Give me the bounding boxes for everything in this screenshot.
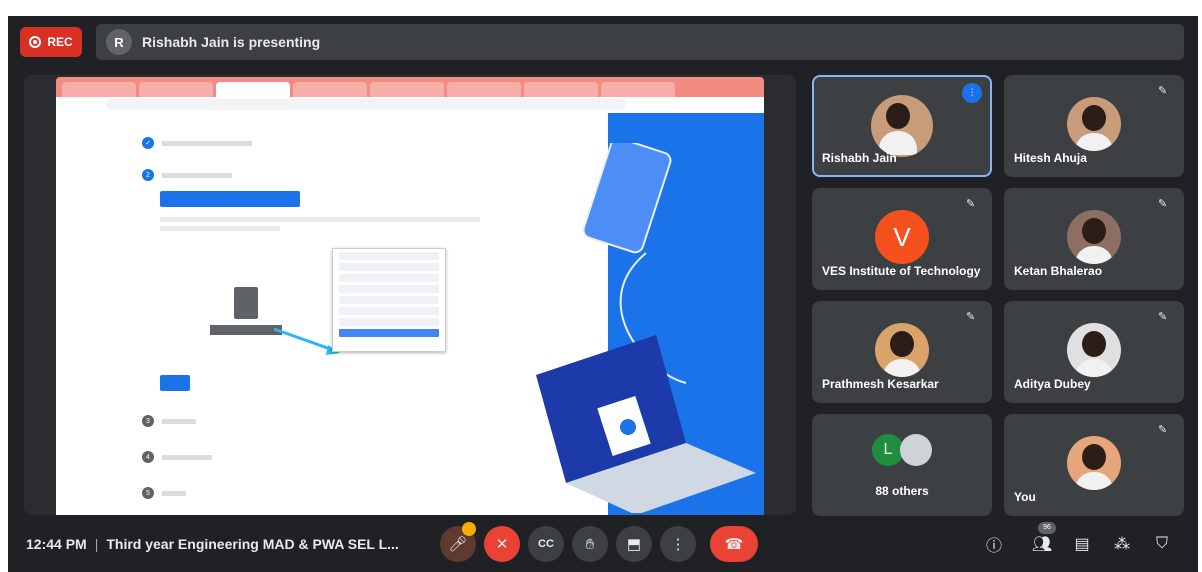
recording-indicator: REC [20,27,82,57]
participant-name: You [1014,490,1036,504]
step-number-icon: 3 [142,415,154,427]
participant-name: Ketan Bhalerao [1014,264,1103,278]
mic-off-icon: ✎ [966,311,976,323]
participant-tile-hitesh[interactable]: ✎ Hitesh Ahuja [1004,75,1184,177]
meeting-details: 12:44 PM | Third year Engineering MAD & … [26,516,399,572]
record-icon [29,36,42,48]
project-tree-screenshot [332,248,446,352]
speaking-indicator-icon: ⫶ [962,83,982,103]
step-1: ✓ [142,137,252,149]
people-icon: 👥︎ [1031,536,1053,553]
mic-icon: 🎤︎ [448,536,468,553]
host-controls-button[interactable]: ⛉ [1144,526,1180,562]
participant-name: Rishabh Jain [822,151,897,165]
mic-off-icon: ✎ [1158,198,1168,210]
participant-name: VES Institute of Technology [822,264,981,278]
step-5: 5 [142,487,186,499]
browser-tab [601,82,675,97]
presenter-avatar: R [106,29,132,55]
participant-tile-ketan[interactable]: ✎ Ketan Bhalerao [1004,188,1184,290]
avatar [875,323,929,377]
avatar: V [875,210,929,264]
participant-tile-prathmesh[interactable]: ✎ Prathmesh Kesarkar [812,301,992,403]
browser-tab [447,82,521,97]
participant-name: Prathmesh Kesarkar [822,377,939,391]
check-icon: ✓ [142,137,154,149]
participant-name: Hitesh Ahuja [1014,151,1087,165]
info-icon: ⓘ [985,538,1002,555]
present-icon: ⬒ [626,536,642,553]
mic-off-icon: ✎ [1158,85,1168,97]
step-number-icon: 5 [142,487,154,499]
more-options-icon: ⋮ [670,536,686,553]
browser-toolbar [56,97,764,114]
download-config-button [160,191,300,207]
screen-share: ✓ 2 3 4 5 [24,75,796,515]
mic-off-icon: ✎ [1158,311,1168,323]
avatar [1067,210,1121,264]
participant-tile-rishabh[interactable]: ⫶ Rishabh Jain [812,75,992,177]
hang-up-icon: ☎︎ [724,536,744,553]
browser-tab [62,82,136,97]
activities-button[interactable]: ⁂ [1104,526,1140,562]
meeting-title[interactable]: Third year Engineering MAD & PWA SEL L..… [106,536,398,552]
rec-label: REC [47,35,73,49]
browser-tab [293,82,367,97]
browser-tab [139,82,213,97]
raise-hand-button[interactable]: ✋︎ [572,526,608,562]
participant-tile-others[interactable]: L 88 others [812,414,992,516]
step-number-icon: 4 [142,451,154,463]
browser-tab-strip [56,77,764,97]
participant-tile-you[interactable]: ✎ You [1004,414,1184,516]
step-3: 3 [142,415,196,427]
meeting-info-button[interactable]: ⓘ [976,526,1012,562]
step-4: 4 [142,451,212,463]
leave-call-button[interactable]: ☎︎ [710,526,758,562]
participant-name: Aditya Dubey [1014,377,1091,391]
address-bar [106,99,626,110]
chat-icon: ▤ [1074,536,1090,553]
captions-button[interactable]: CC [528,526,564,562]
browser-tab-active [216,82,290,97]
camera-toggle-button[interactable]: ✕ [484,526,520,562]
presenting-banner: R Rishabh Jain is presenting [96,24,1184,60]
avatar [1067,323,1121,377]
activities-icon: ⁂ [1114,536,1130,553]
top-bar: REC R Rishabh Jain is presenting [8,16,1198,68]
avatar [1067,436,1121,490]
file-icon [234,287,258,319]
separator: | [94,536,99,552]
browser-tab [524,82,598,97]
participant-tile-aditya[interactable]: ✎ Aditya Dubey [1004,301,1184,403]
present-button[interactable]: ⬒ [616,526,652,562]
raise-hand-icon: ✋︎ [585,535,595,553]
participant-name: 88 others [875,484,929,498]
presenting-text: Rishabh Jain is presenting [142,34,321,50]
meet-window: REC R Rishabh Jain is presenting ✓ 2 3 4… [8,16,1198,572]
step-2: 2 [142,169,232,181]
avatar [1067,97,1121,151]
bottom-bar: 12:44 PM | Third year Engineering MAD & … [8,516,1198,572]
instruction-text [160,217,490,231]
mic-off-icon: ✎ [966,198,976,210]
chat-button[interactable]: ▤ [1064,526,1100,562]
host-controls-icon: ⛉ [1155,535,1168,552]
avatar [900,434,932,466]
mic-off-icon: ✎ [1158,424,1168,436]
phone-laptop-illustration [536,143,756,513]
more-options-button[interactable]: ⋮ [660,526,696,562]
step-number-icon: 2 [142,169,154,181]
participant-tile-ves[interactable]: V ✎ VES Institute of Technology [812,188,992,290]
people-count-badge: 96 [1038,522,1056,534]
captions-icon: CC [538,538,554,550]
next-button [160,375,190,391]
browser-tab [370,82,444,97]
clock-time: 12:44 PM [26,536,87,552]
notification-badge [462,522,476,536]
camera-off-icon: ✕ [495,536,509,553]
shared-page: ✓ 2 3 4 5 [56,113,764,515]
avatar [871,95,933,157]
